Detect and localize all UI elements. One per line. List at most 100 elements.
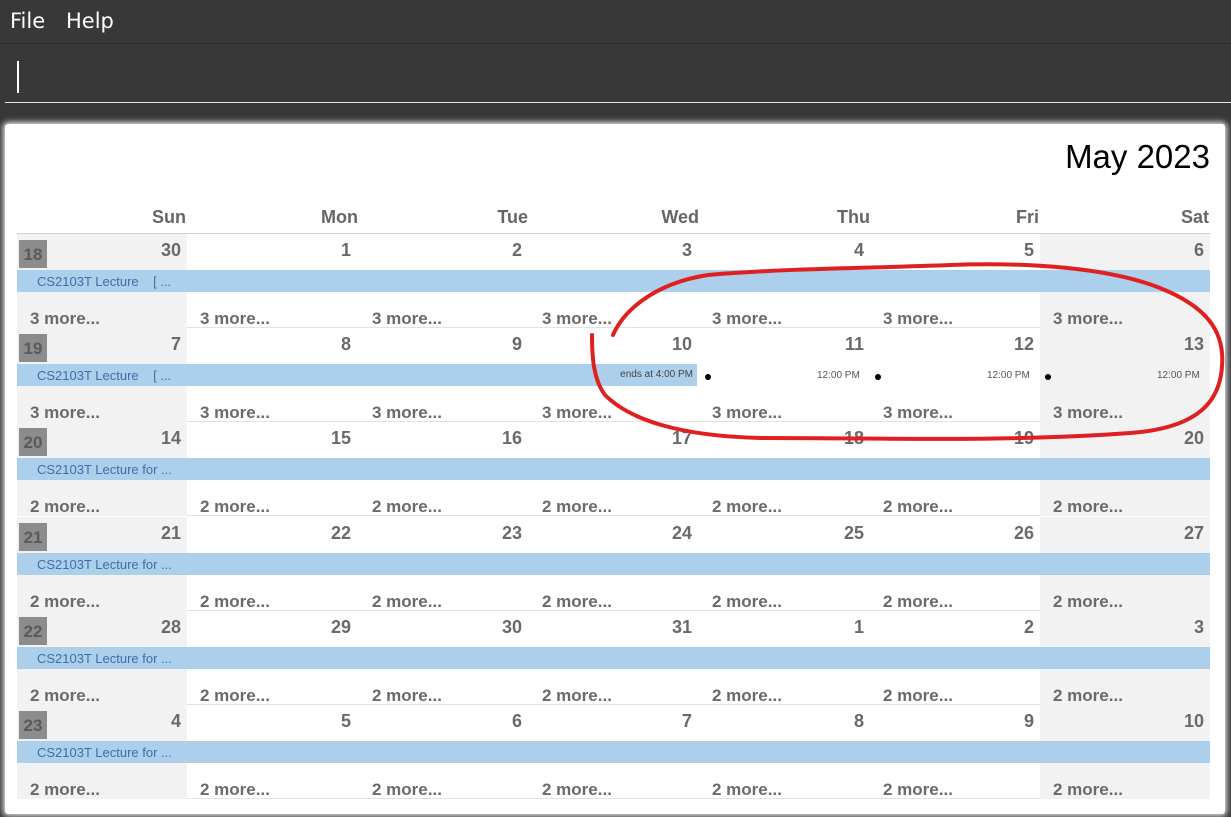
day-number: 16 [501,428,522,449]
event-end-chip[interactable]: ends at 4:00 PM [587,364,697,387]
day-header-sun: Sun [152,207,186,227]
day-number: 24 [671,522,692,543]
day-header-wed: Wed [661,207,699,227]
more-events-link[interactable]: 2 more... [1053,780,1123,800]
day-number: 6 [1193,240,1204,260]
day-number: 22 [330,522,351,543]
more-events-link[interactable]: 3 more... [30,403,100,423]
day-number: 25 [843,522,864,543]
day-number: 7 [170,334,181,355]
event-time[interactable]: 12:00 PM [1157,370,1200,381]
more-events-link[interactable]: 2 more... [30,780,100,800]
week-row: CS2103T Lecture [ ... 30 3 more... 1 3 more.… [17,234,1210,328]
more-events-link[interactable]: 3 more... [372,403,442,423]
day-number: 2 [511,240,522,260]
more-events-link[interactable]: 3 more... [1053,309,1123,329]
day-number: 6 [511,711,522,731]
week-number-badge: 22 [19,616,47,645]
day-number: 4 [170,711,181,731]
event-time[interactable]: 12:00 PM [817,370,860,381]
more-events-link[interactable]: 2 more... [712,780,782,800]
day-number: 28 [160,616,181,637]
more-events-link[interactable]: 2 more... [200,780,270,800]
more-events-link[interactable]: 2 more... [542,592,612,612]
event-time[interactable]: 12:00 PM [987,370,1030,381]
more-events-link[interactable]: 2 more... [542,497,612,517]
day-number: 14 [160,428,181,449]
day-number: 8 [853,711,864,731]
menu-file[interactable]: File [10,9,45,33]
more-events-link[interactable]: 2 more... [200,592,270,612]
week-number-badge: 18 [19,240,47,268]
more-events-link[interactable]: 2 more... [200,497,270,517]
more-events-link[interactable]: 2 more... [200,686,270,706]
more-events-link[interactable]: 2 more... [1053,497,1123,517]
day-number: 1 [340,240,351,260]
day-number: 2 [1023,616,1034,637]
calendar-panel: May 2023 Sun Mon Tue Wed Thu Fri Sat CS2… [5,124,1225,814]
more-events-link[interactable]: 2 more... [712,686,782,706]
more-events-link[interactable]: 2 more... [1053,686,1123,706]
more-events-link[interactable]: 2 more... [372,686,442,706]
day-number: 7 [681,711,692,731]
more-events-link[interactable]: 3 more... [712,403,782,423]
day-number: 9 [1023,711,1034,731]
day-number: 5 [340,711,351,731]
more-events-link[interactable]: 3 more... [542,309,612,329]
day-header-fri: Fri [1015,207,1039,227]
more-events-link[interactable]: 2 more... [883,780,953,800]
more-events-link[interactable]: 2 more... [883,686,953,706]
more-events-link[interactable]: 2 more... [1053,592,1123,612]
day-number: 17 [671,428,692,449]
more-events-link[interactable]: 2 more... [542,686,612,706]
more-events-link[interactable]: 3 more... [712,309,782,329]
more-events-link[interactable]: 2 more... [712,497,782,517]
more-events-link[interactable]: 2 more... [883,592,953,612]
week-number-badge: 19 [19,334,47,363]
more-events-link[interactable]: 2 more... [712,592,782,612]
day-number: 4 [853,240,864,260]
more-events-link[interactable]: 3 more... [30,309,100,329]
day-number: 18 [843,428,864,449]
more-events-link[interactable]: 3 more... [200,309,270,329]
more-events-link[interactable]: 2 more... [542,780,612,800]
more-events-link[interactable]: 2 more... [372,497,442,517]
command-bar [0,45,1231,123]
week-row: CS2103T Lecture for ... 4 2 more... 5 2 more… [17,705,1210,799]
more-events-link[interactable]: 3 more... [542,403,612,423]
day-header-mon: Mon [321,207,358,227]
day-number: 8 [340,334,351,355]
day-number: 26 [1013,522,1034,543]
day-number: 31 [671,616,692,637]
day-number: 19 [1013,428,1034,449]
command-input[interactable] [5,55,1231,103]
menu-bar: File Help [0,0,1231,44]
more-events-link[interactable]: 2 more... [30,592,100,612]
more-events-link[interactable]: 3 more... [883,309,953,329]
day-header-thu: Thu [837,207,870,227]
day-number: 20 [1183,428,1204,449]
day-number: 3 [681,240,692,260]
week-number-badge: 21 [19,522,47,551]
more-events-link[interactable]: 2 more... [30,686,100,706]
day-number: 11 [844,334,864,355]
menu-help[interactable]: Help [66,9,114,33]
more-events-link[interactable]: 2 more... [883,497,953,517]
more-events-link[interactable]: 2 more... [372,780,442,800]
week-number-badge: 20 [19,428,47,457]
more-events-link[interactable]: 3 more... [200,403,270,423]
day-number: 13 [1183,334,1204,355]
week-row: CS2103T Lecture [ ... 7 3 more... 8 3 more..… [17,328,1210,423]
day-number: 5 [1023,240,1034,260]
more-events-link[interactable]: 2 more... [372,592,442,612]
day-number: 23 [501,522,522,543]
more-events-link[interactable]: 3 more... [372,309,442,329]
week-row: CS2103T Lecture for ... 14 2 more... 15 2 mo… [17,422,1210,517]
more-events-link[interactable]: 3 more... [1053,403,1123,423]
day-number: 30 [501,616,522,637]
more-events-link[interactable]: 3 more... [883,403,953,423]
more-events-link[interactable]: 2 more... [30,497,100,517]
month-title: May 2023 [1065,138,1210,175]
day-number: 30 [160,240,181,260]
week-row: CS2103T Lecture for ... 21 2 more... 22 2 mo… [17,516,1210,612]
